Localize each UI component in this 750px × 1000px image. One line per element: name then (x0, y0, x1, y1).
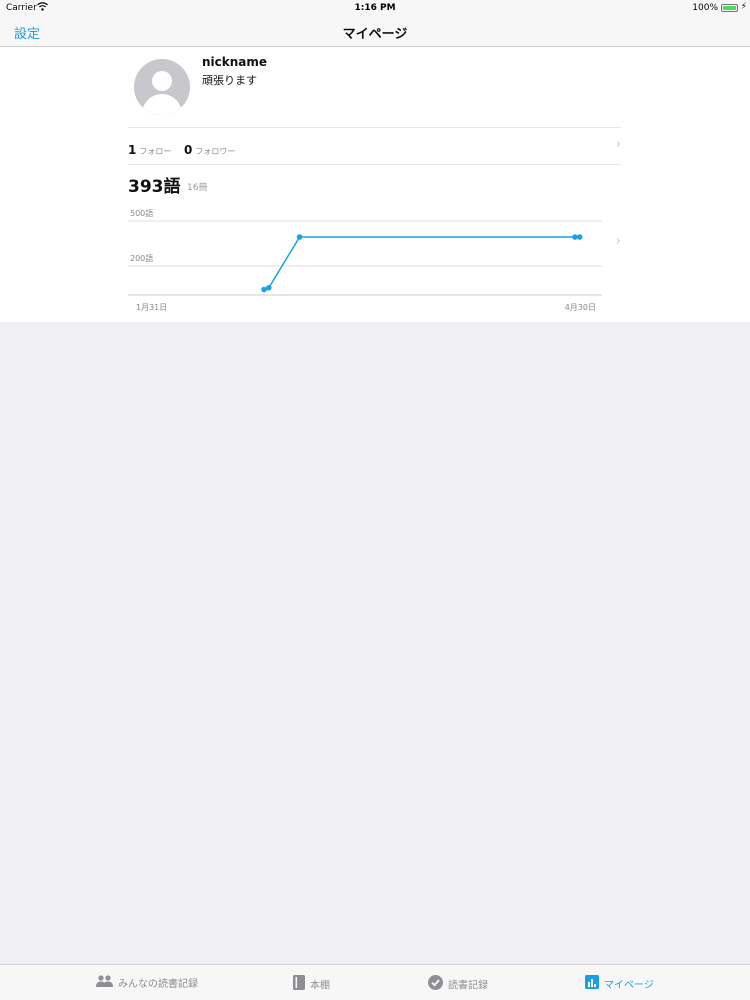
tab-label: 本棚 (310, 980, 330, 992)
tab-label: マイページ (604, 980, 654, 991)
book-count: 16冊 (187, 183, 208, 193)
y-tick-label: 500語 (130, 208, 153, 218)
status-time: 1:16 PM (354, 3, 396, 13)
tab-bookshelf[interactable]: 本棚 (293, 975, 330, 993)
chart-svg: 500語 200語 1月31日 4月30日 (128, 208, 602, 312)
battery-icon (721, 4, 738, 12)
profile-card: nickname 頑張ります 1 フォロー 0 フォロワー › 393語 16冊 5… (0, 47, 750, 322)
tab-bar: みんなの読書記録 本棚 読書記録 マイページ (0, 964, 750, 1000)
tab-mypage[interactable]: マイページ (585, 975, 654, 992)
avatar[interactable] (134, 59, 190, 115)
chevron-right-icon: › (615, 137, 621, 152)
total-words: 393語 (128, 177, 181, 197)
following-count-item[interactable]: 1 フォロー (128, 139, 171, 158)
avatar-body (142, 94, 182, 115)
words-chart[interactable]: 500語 200語 1月31日 4月30日 › (128, 202, 621, 320)
page-title: マイページ (342, 27, 408, 42)
followers-label: フォロワー (195, 147, 236, 156)
people-icon (96, 975, 113, 990)
following-label: フォロー (139, 147, 172, 156)
data-point (265, 284, 272, 291)
nickname-label: nickname (202, 55, 268, 69)
battery-percent: 100% (692, 3, 718, 13)
chevron-right-icon: › (615, 234, 621, 249)
tab-everyone-records[interactable]: みんなの読書記録 (96, 975, 198, 990)
followers-count-item[interactable]: 0 フォロワー (184, 139, 235, 158)
bio-label: 頑張ります (202, 74, 257, 87)
tab-label: みんなの読書記録 (118, 979, 198, 990)
charging-icon: ⚡ (740, 2, 747, 12)
tab-reading-records[interactable]: 読書記録 (428, 975, 488, 993)
series-line (263, 236, 580, 291)
avatar-head (152, 71, 172, 91)
data-point (296, 234, 303, 240)
x-tick-label: 1月31日 (136, 303, 167, 312)
followers-count: 0 (184, 143, 193, 157)
divider (128, 164, 621, 165)
book-icon (293, 975, 305, 993)
y-tick-label: 200語 (130, 253, 153, 263)
x-tick-label: 4月30日 (565, 303, 596, 312)
checkmark-circle-icon (428, 975, 443, 993)
bar-chart-icon (585, 975, 599, 992)
data-point (576, 234, 583, 240)
following-count: 1 (128, 143, 137, 157)
tab-label: 読書記録 (448, 980, 488, 992)
follow-row[interactable]: 1 フォロー 0 フォロワー › (128, 128, 621, 164)
navigation-bar: 設定 マイページ (0, 16, 750, 47)
status-bar: Carrier 1:16 PM 100% ⚡ (0, 0, 750, 16)
